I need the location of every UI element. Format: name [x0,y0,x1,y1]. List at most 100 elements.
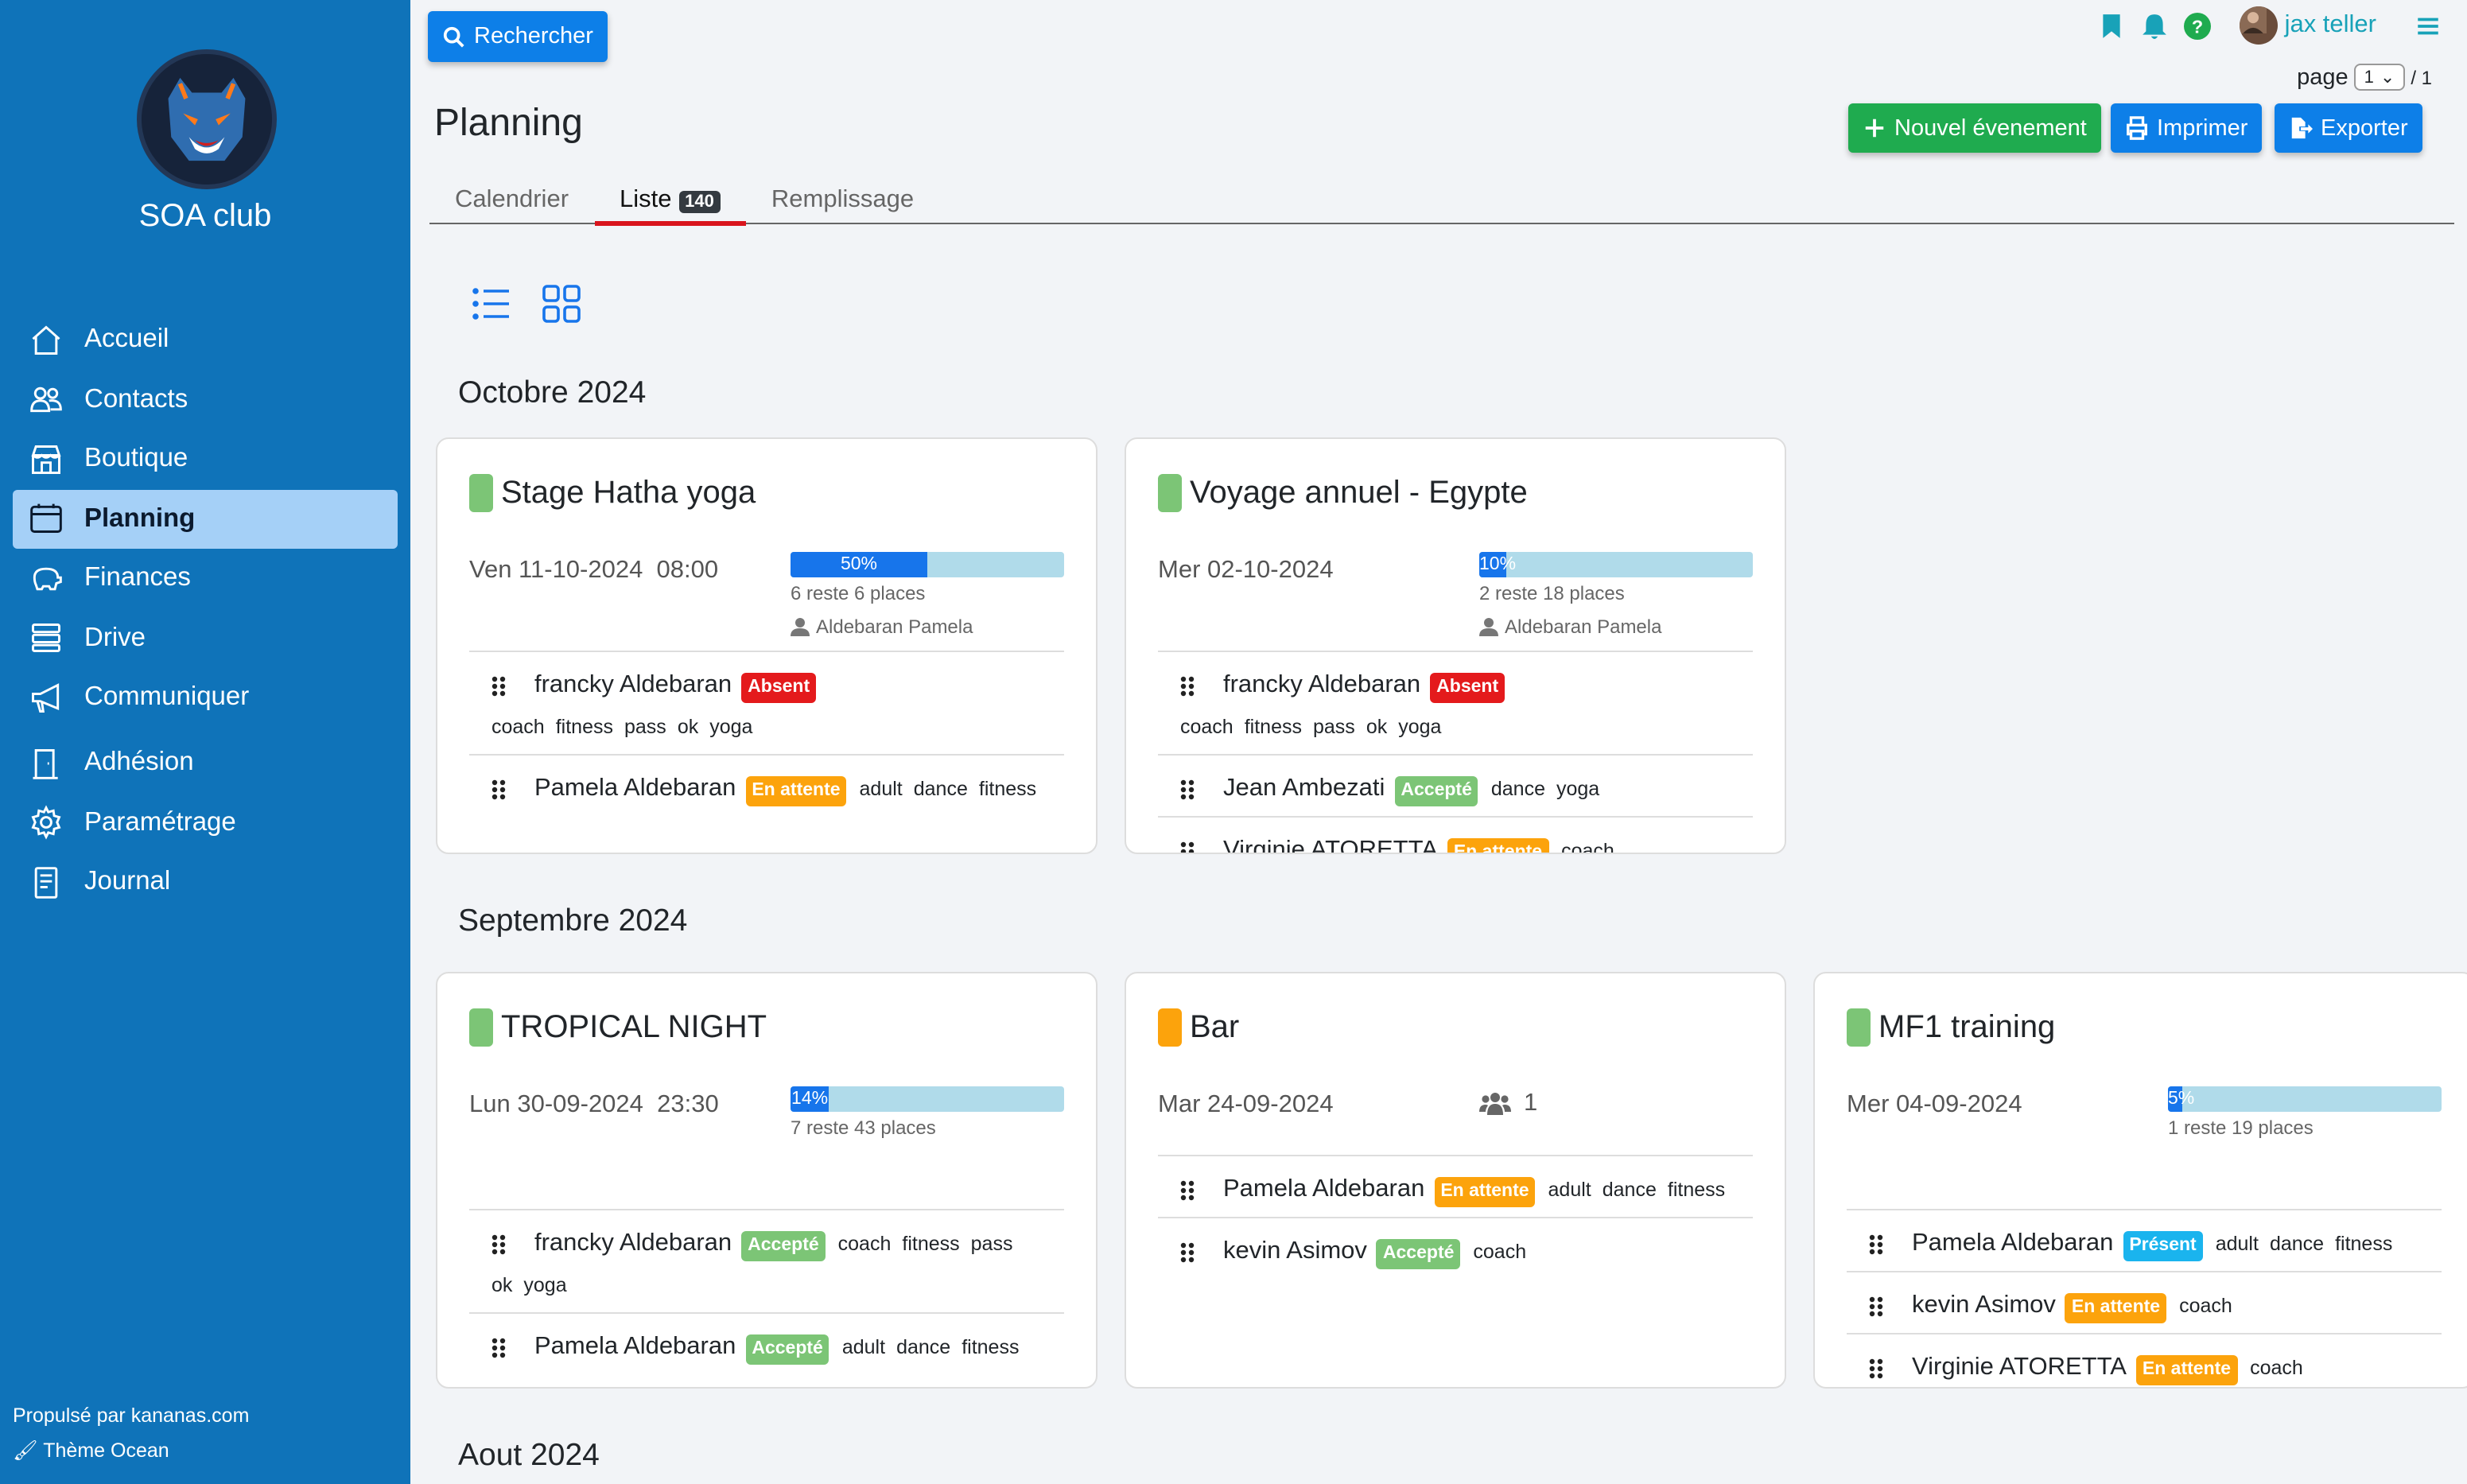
status-badge[interactable]: En attente [1434,1177,1536,1207]
participant-name[interactable]: Virginie ATORETTA [1223,837,1438,853]
participant-name[interactable]: kevin Asimov [1223,1237,1367,1265]
status-badge[interactable]: En attente [745,776,847,806]
participant-row[interactable]: Pamela Aldebaran Accepté adult dance fitness [469,1312,1064,1374]
event-title[interactable]: Voyage annuel - Egypte [1158,471,1753,515]
participant-name[interactable]: Pamela Aldebaran [1912,1230,2113,1257]
event-owner: Aldebaran Pamela [791,616,973,638]
participant-name[interactable]: Jean Ambezati [1223,775,1385,802]
grid-view-icon[interactable] [541,283,582,324]
sidebar-item-finances[interactable]: Finances [13,549,398,608]
search-button[interactable]: Rechercher [428,11,608,62]
participant-row[interactable]: Virginie ATORETTA En attente coach [1158,816,1753,853]
avatar[interactable] [2240,6,2279,45]
sidebar-item-contacts[interactable]: Contacts [13,370,398,429]
participant-name[interactable]: Pamela Aldebaran [534,775,736,802]
bookmark-icon[interactable] [2099,12,2126,39]
event-title[interactable]: Stage Hatha yoga [469,471,1064,515]
powered-by-link[interactable]: Propulsé par kananas.com [13,1398,249,1433]
participant-name[interactable]: Pamela Aldebaran [1223,1175,1424,1202]
status-badge[interactable]: Accepté [741,1231,826,1261]
participant-row[interactable]: kevin Asimov En attente coach [1847,1271,2442,1333]
drag-handle-icon[interactable] [491,1234,506,1255]
sidebar-item-parametrage[interactable]: Paramétrage [13,793,398,852]
status-badge[interactable]: Absent [741,673,817,703]
sidebar-item-communiquer[interactable]: Communiquer [13,668,398,727]
sidebar-nav: Accueil Contacts Boutique Planning Finan… [13,310,398,912]
sidebar-item-label: Adhésion [84,748,194,776]
tab-calendrier[interactable]: Calendrier [429,175,594,223]
drag-handle-icon[interactable] [1869,1234,1883,1255]
month-heading: Aout 2024 [458,1438,600,1473]
help-icon[interactable]: ? [2184,12,2212,39]
status-badge[interactable]: Accepté [1394,776,1478,806]
participant-tag: coach [1473,1241,1527,1263]
participant-name[interactable]: francky Aldebaran [1223,671,1420,698]
event-color-square [1158,1008,1182,1047]
theme-link[interactable]: 🖌 Thème Ocean [13,1433,249,1468]
drag-handle-icon[interactable] [1180,676,1195,697]
tab-remplissage[interactable]: Remplissage [746,175,939,223]
club-logo[interactable] [137,49,277,189]
sidebar-item-boutique[interactable]: Boutique [13,429,398,488]
drag-handle-icon[interactable] [1869,1296,1883,1317]
participant-row[interactable]: francky Aldebaran Absent coach fitness pass o… [1158,651,1753,754]
event-card[interactable]: TROPICAL NIGHT Lun 30-09-2024 23:30 14% 7 r… [436,972,1098,1389]
participant-row[interactable]: kevin Asimov Accepté coach [1158,1217,1753,1279]
drag-handle-icon[interactable] [1180,1180,1195,1201]
participant-row[interactable]: francky Aldebaran Absent coach fitness pass o… [469,651,1064,754]
drag-handle-icon[interactable] [1180,841,1195,853]
sidebar-item-adhesion[interactable]: Adhésion [13,733,398,792]
event-title[interactable]: Bar [1158,1005,1753,1050]
event-title[interactable]: MF1 training [1847,1005,2442,1050]
menu-icon[interactable] [2415,12,2442,39]
list-view-icon[interactable] [471,283,512,324]
drag-handle-icon[interactable] [491,779,506,800]
participant-name[interactable]: Pamela Aldebaran [534,1333,736,1360]
participant-row[interactable]: Pamela Aldebaran En attente adult dance fitn… [1158,1155,1753,1217]
participant-tag: fitness [962,1336,1020,1358]
new-event-button[interactable]: Nouvel évenement [1848,103,2101,153]
drag-handle-icon[interactable] [1180,779,1195,800]
participant-row[interactable]: Virginie ATORETTA En attente coach [1847,1333,2442,1387]
event-card[interactable]: MF1 training Mer 04-09-2024 5% 1 reste 19 p… [1813,972,2467,1389]
participant-name[interactable]: francky Aldebaran [534,671,732,698]
status-badge[interactable]: Présent [2123,1231,2203,1261]
event-card[interactable]: Stage Hatha yoga Ven 11-10-2024 08:00 50% 6… [436,437,1098,854]
participant-tag: coach [491,716,545,738]
status-badge[interactable]: Accepté [1376,1239,1461,1269]
event-card[interactable]: Voyage annuel - Egypte Mer 02-10-2024 10% 2… [1125,437,1786,854]
drag-handle-icon[interactable] [1869,1358,1883,1379]
bell-icon[interactable] [2142,12,2169,39]
event-date: Ven 11-10-2024 08:00 [469,557,719,584]
event-card[interactable]: Bar Mar 24-09-2024 1 Pamela Aldebaran En att… [1125,972,1786,1389]
sidebar-item-planning[interactable]: Planning [13,489,398,548]
status-badge[interactable]: Accepté [745,1334,829,1365]
sidebar-item-drive[interactable]: Drive [13,608,398,667]
print-button[interactable]: Imprimer [2111,103,2263,153]
page-select[interactable]: 1 ⌄ [2354,64,2405,91]
export-button[interactable]: Exporter [2275,103,2422,153]
status-badge[interactable]: En attente [2065,1293,2167,1323]
top-toolbar: ? jax teller [2099,6,2442,45]
print-label: Imprimer [2157,115,2248,141]
participant-row[interactable]: francky Aldebaran Accepté coach fitness pass… [469,1209,1064,1312]
owner-name: Aldebaran Pamela [1505,616,1662,638]
status-badge[interactable]: En attente [1447,838,1549,853]
tab-liste[interactable]: Liste 140 [594,175,747,226]
participant-row[interactable]: Pamela Aldebaran Présent adult dance fitness [1847,1209,2442,1271]
participant-row[interactable]: Jean Ambezati Accepté dance yoga [1158,754,1753,816]
sidebar-item-journal[interactable]: Journal [13,853,398,911]
participant-name[interactable]: Virginie ATORETTA [1912,1354,2127,1381]
event-title[interactable]: TROPICAL NIGHT [469,1005,1064,1050]
status-badge[interactable]: Absent [1430,673,1505,703]
drag-handle-icon[interactable] [491,676,506,697]
participant-name[interactable]: kevin Asimov [1912,1292,2056,1319]
drag-handle-icon[interactable] [1180,1242,1195,1263]
user-name[interactable]: jax teller [2285,11,2376,40]
status-badge[interactable]: En attente [2135,1355,2238,1385]
drag-handle-icon[interactable] [491,1338,506,1358]
participant-name[interactable]: francky Aldebaran [534,1230,732,1257]
participant-tag: dance [1602,1179,1657,1201]
participant-row[interactable]: Pamela Aldebaran En attente adult dance fitn… [469,754,1064,816]
sidebar-item-accueil[interactable]: Accueil [13,310,398,369]
